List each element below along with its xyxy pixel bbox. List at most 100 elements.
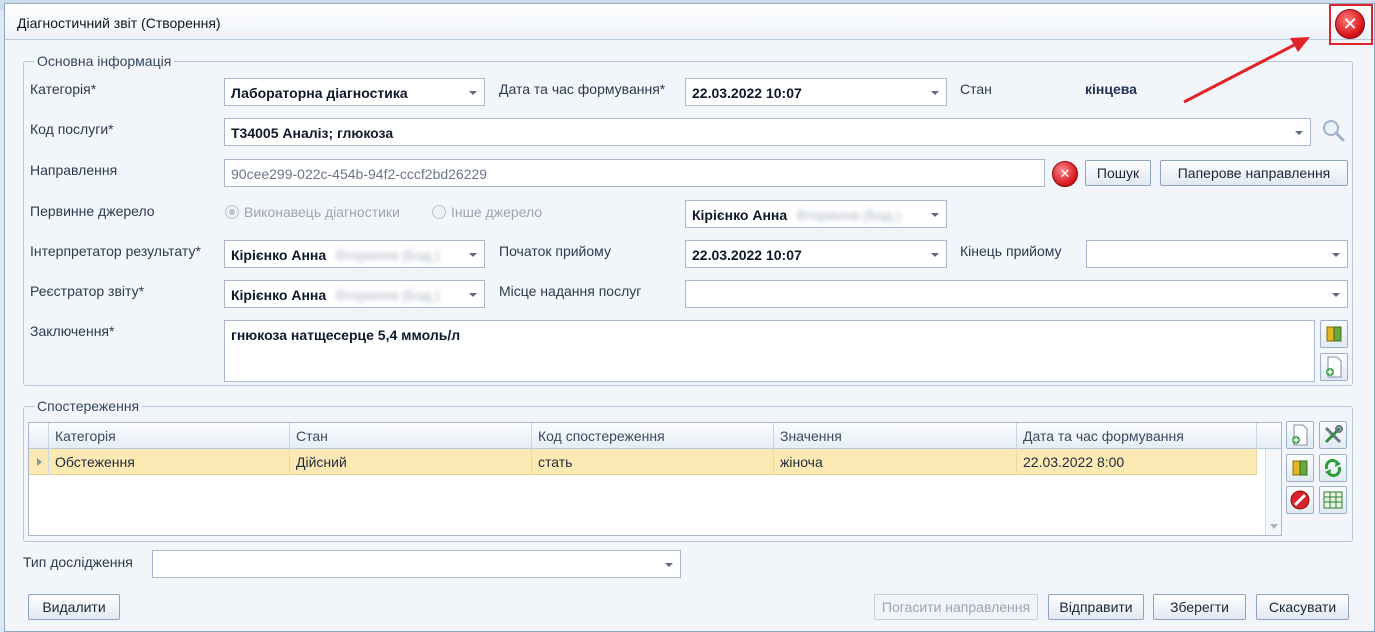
- chevron-down-icon: [931, 253, 939, 257]
- book-icon: [1326, 326, 1342, 342]
- interpreter-label: Інтерпретатор результату*: [30, 243, 201, 259]
- row-indicator: [29, 449, 49, 475]
- spreadsheet-icon: [1323, 491, 1343, 509]
- registrar-value: Кірієнко Анна: [231, 287, 327, 303]
- cancel-referral-button[interactable]: Погасити направлення: [874, 594, 1038, 620]
- place-label: Місце надання послуг: [499, 283, 642, 299]
- grid-header: Категорія Стан Код спостереження Значенн…: [29, 423, 1281, 449]
- radio-icon: [432, 205, 446, 219]
- close-icon: ✕: [1059, 166, 1071, 181]
- grid-scrollbar[interactable]: [1265, 449, 1281, 535]
- source-option-other[interactable]: Інше джерело: [432, 204, 542, 220]
- book-icon: [1292, 460, 1308, 476]
- chevron-down-icon: [931, 91, 939, 95]
- source-option-performer-label: Виконавець діагностики: [244, 204, 400, 220]
- window-title: Діагностичний звіт (Створення): [17, 15, 221, 31]
- clear-referral-button[interactable]: ✕: [1052, 161, 1078, 187]
- reception-end-picker[interactable]: [1086, 240, 1348, 268]
- referral-input[interactable]: 90cee299-022c-454b-94f2-cccf2bd26229: [224, 159, 1045, 187]
- radio-icon: [225, 205, 239, 219]
- redacted-text: Вторинна (Бод.): [336, 247, 440, 263]
- service-lookup-button[interactable]: [1319, 117, 1347, 145]
- reception-end-label: Кінець прийому: [960, 243, 1062, 259]
- no-entry-icon: [1290, 490, 1310, 510]
- source-option-other-label: Інше джерело: [451, 204, 543, 220]
- place-select[interactable]: [685, 280, 1348, 308]
- study-type-select[interactable]: [152, 550, 681, 578]
- chevron-down-icon: [1270, 524, 1278, 529]
- primary-source-label: Первинне джерело: [30, 203, 155, 219]
- send-button[interactable]: Відправити: [1048, 594, 1144, 620]
- grid-header-observation-code[interactable]: Код спостереження: [532, 423, 774, 449]
- category-select[interactable]: Лабораторна діагностика: [224, 78, 485, 106]
- table-row[interactable]: Обстеження Дійсний стать жіноча 22.03.20…: [29, 449, 1257, 475]
- redacted-text: Вторинна (Бод.): [797, 207, 901, 223]
- refresh-observation-button[interactable]: [1319, 454, 1347, 482]
- referral-value: 90cee299-022c-454b-94f2-cccf2bd26229: [231, 166, 488, 182]
- chevron-down-icon: [469, 253, 477, 257]
- chevron-down-icon: [1295, 131, 1303, 135]
- source-person-value: Кірієнко Анна: [692, 207, 788, 223]
- interpreter-value: Кірієнко Анна: [231, 247, 327, 263]
- document-add-icon: [1292, 424, 1308, 446]
- chevron-down-icon: [1332, 293, 1340, 297]
- close-icon: ✕: [1342, 14, 1358, 34]
- templates-button[interactable]: [1320, 320, 1348, 348]
- grid-header-category[interactable]: Категорія: [49, 423, 290, 449]
- state-label: Стан: [960, 81, 992, 97]
- study-type-label: Тип дослідження: [23, 554, 133, 570]
- category-label: Категорія*: [30, 81, 97, 97]
- conclusion-textarea[interactable]: гнюкоза натщесерце 5,4 ммоль/л: [224, 320, 1315, 382]
- tools-icon: [1324, 425, 1343, 444]
- chevron-down-icon: [469, 293, 477, 297]
- grid-cell-observation-code: стать: [532, 449, 774, 475]
- service-code-value: Т34005 Аналіз; глюкоза: [231, 125, 394, 141]
- grid-cell-category: Обстеження: [49, 449, 290, 475]
- add-document-button[interactable]: [1320, 353, 1348, 381]
- service-code-label: Код послуги*: [30, 121, 114, 137]
- conclusion-label: Заключення*: [30, 323, 115, 339]
- datetime-picker[interactable]: 22.03.2022 10:07: [685, 78, 947, 106]
- chevron-down-icon: [665, 563, 673, 567]
- close-button[interactable]: ✕: [1335, 9, 1365, 39]
- chevron-down-icon: [469, 91, 477, 95]
- export-observation-button[interactable]: [1319, 486, 1347, 514]
- row-pointer-icon: [37, 458, 42, 466]
- reception-start-picker[interactable]: 22.03.2022 10:07: [685, 240, 947, 268]
- datetime-value: 22.03.2022 10:07: [692, 85, 802, 101]
- grid-header-datetime[interactable]: Дата та час формування: [1017, 423, 1257, 449]
- edit-observation-button[interactable]: [1319, 421, 1347, 449]
- grid-header-indicator: [29, 423, 49, 449]
- registrar-select[interactable]: Кірієнко Анна Вторинна (Бод.): [224, 280, 485, 308]
- reception-start-value: 22.03.2022 10:07: [692, 247, 802, 263]
- cancel-button[interactable]: Скасувати: [1256, 594, 1349, 620]
- grid-cell-state: Дійсний: [290, 449, 532, 475]
- paper-referral-button[interactable]: Паперове направлення: [1160, 160, 1348, 186]
- search-button[interactable]: Пошук: [1085, 160, 1151, 186]
- grid-header-state[interactable]: Стан: [290, 423, 532, 449]
- source-option-performer[interactable]: Виконавець діагностики: [225, 204, 400, 220]
- save-button[interactable]: Зберегти: [1153, 594, 1246, 620]
- category-value: Лабораторна діагностика: [231, 85, 408, 101]
- titlebar: Діагностичний звіт (Створення) ✕: [5, 4, 1374, 45]
- delete-observation-button[interactable]: [1286, 486, 1314, 514]
- grid-cell-datetime: 22.03.2022 8:00: [1017, 449, 1257, 475]
- add-observation-button[interactable]: [1286, 421, 1314, 449]
- referral-label: Направлення: [30, 162, 118, 178]
- reception-start-label: Початок прийому: [499, 243, 611, 259]
- source-person-select[interactable]: Кірієнко Анна Вторинна (Бод.): [685, 200, 947, 228]
- observation-templates-button[interactable]: [1286, 454, 1314, 482]
- state-value: кінцева: [1085, 81, 1137, 97]
- delete-button[interactable]: Видалити: [28, 594, 120, 620]
- redacted-text: Вторинна (Бод.): [336, 287, 440, 303]
- grid-header-value[interactable]: Значення: [774, 423, 1017, 449]
- observations-legend: Спостереження: [34, 398, 143, 414]
- interpreter-select[interactable]: Кірієнко Анна Вторинна (Бод.): [224, 240, 485, 268]
- chevron-down-icon: [1332, 253, 1340, 257]
- datetime-label: Дата та час формування*: [499, 81, 666, 97]
- service-code-select[interactable]: Т34005 Аналіз; глюкоза: [224, 118, 1311, 146]
- basic-info-legend: Основна інформація: [34, 53, 175, 69]
- dialog-window: Діагностичний звіт (Створення) ✕ Основна…: [4, 3, 1375, 632]
- document-add-icon: [1326, 356, 1342, 378]
- magnifier-icon: [1323, 120, 1345, 142]
